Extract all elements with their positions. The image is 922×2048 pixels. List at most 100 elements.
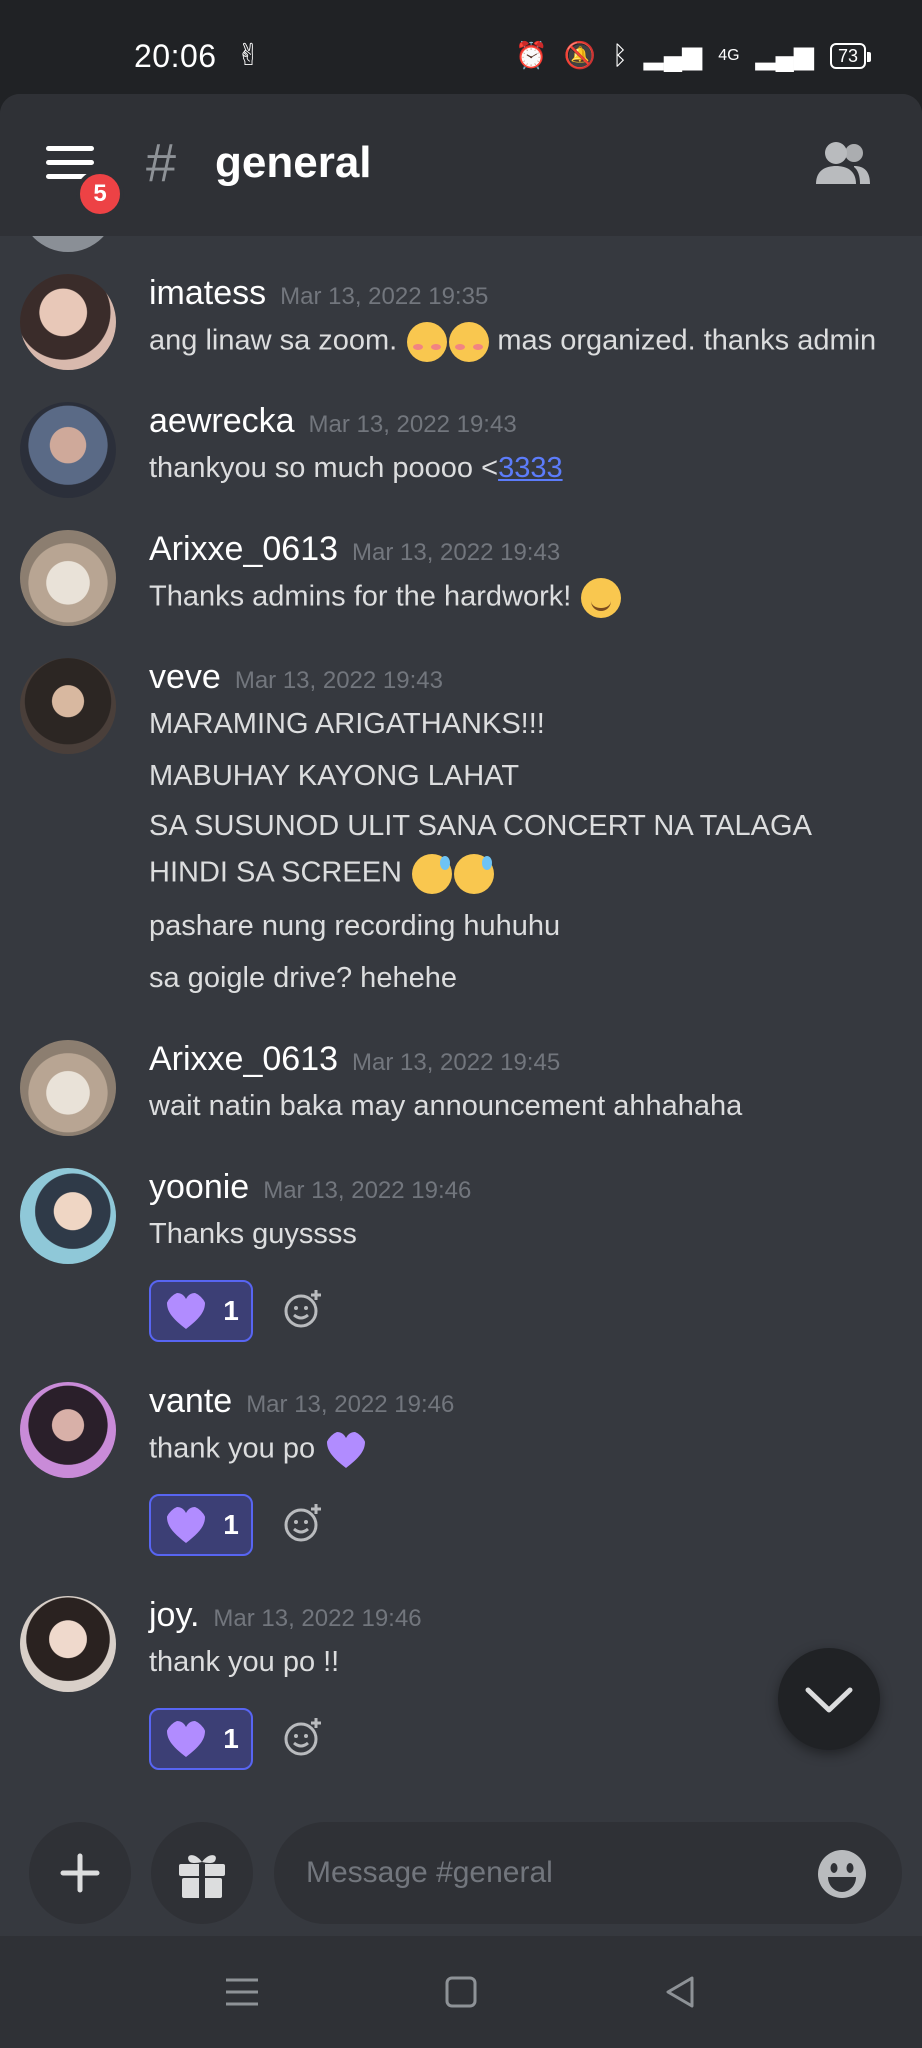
blush-emoji-icon (449, 322, 490, 362)
message-composer: Message #general (0, 1802, 922, 1936)
message-text: ang linaw sa zoom. mas organized. thanks… (149, 322, 876, 362)
menu-line (46, 146, 94, 151)
author-name[interactable]: vante (149, 1382, 232, 1421)
message-link[interactable]: 3333 (498, 452, 563, 484)
plus-icon (60, 1853, 100, 1893)
emoji-picker-icon[interactable] (816, 1848, 868, 1900)
bluetooth-icon: ᛒ (612, 40, 628, 70)
purple-heart-icon (167, 1721, 206, 1757)
reaction-count: 1 (223, 1723, 239, 1754)
recents-icon[interactable] (220, 1970, 264, 2014)
author-name[interactable]: Arixxe_0613 (149, 530, 338, 569)
message-text: Thanks admins for the hardwork! (149, 578, 622, 618)
timestamp: Mar 13, 2022 19:46 (246, 1391, 455, 1418)
message-header: Arixxe_0613 Mar 13, 2022 19:45 (149, 1040, 560, 1079)
text-segment: HINDI SA SCREEN (149, 856, 411, 889)
author-name[interactable]: veve (149, 658, 221, 697)
attach-button[interactable] (29, 1822, 131, 1924)
message-header: joy. Mar 13, 2022 19:46 (149, 1596, 422, 1635)
author-name[interactable]: aewrecka (149, 402, 295, 441)
battery-indicator: 73 (829, 42, 872, 69)
message-text: MABUHAY KAYONG LAHAT (149, 760, 520, 792)
message-text: HINDI SA SCREEN (149, 854, 495, 894)
alarm-icon: ⏰ (515, 40, 548, 70)
message-text: Thanks guyssss (149, 1218, 357, 1250)
purple-heart-icon (327, 1432, 366, 1468)
author-name[interactable]: yoonie (149, 1168, 249, 1207)
message-header: aewrecka Mar 13, 2022 19:43 (149, 402, 517, 441)
author-name[interactable]: imatess (149, 274, 266, 313)
scroll-to-bottom-button[interactable] (778, 1648, 880, 1750)
avatar[interactable] (20, 236, 116, 252)
back-icon[interactable] (658, 1970, 702, 2014)
avatar[interactable] (20, 1040, 116, 1136)
reaction-purple-heart[interactable]: 1 (149, 1494, 253, 1556)
status-time: 20:06 (134, 38, 217, 74)
timestamp: Mar 13, 2022 19:43 (308, 411, 517, 438)
sweat-smile-emoji-icon (454, 854, 495, 894)
message-text: thank you po (149, 1430, 367, 1470)
text-segment: ang linaw sa zoom. (149, 324, 406, 357)
message-text: thankyou so much poooo <3333 (149, 450, 563, 486)
smile-emoji-icon (581, 578, 622, 618)
blush-emoji-icon (407, 322, 448, 362)
gift-icon (179, 1855, 225, 1898)
text-segment: mas organized. thanks admin (489, 324, 877, 357)
avatar[interactable] (20, 1168, 116, 1264)
message-header: Arixxe_0613 Mar 13, 2022 19:43 (149, 530, 560, 569)
author-name[interactable]: Arixxe_0613 (149, 1040, 338, 1079)
avatar[interactable] (20, 274, 116, 370)
message-header: veve Mar 13, 2022 19:43 (149, 658, 443, 697)
avatar[interactable] (20, 658, 116, 754)
status-bar: 20:06 ✌ ⏰ 🔕 ᛒ ▂▄▆ 4G ▂▄▆ 73 (0, 0, 922, 94)
message-text: SA SUSUNOD ULIT SANA CONCERT NA TALAGA (149, 810, 812, 842)
members-icon[interactable] (814, 140, 872, 186)
timestamp: Mar 13, 2022 19:46 (263, 1177, 472, 1204)
message-list[interactable]: imatess Mar 13, 2022 19:35 ang linaw sa … (0, 236, 922, 1802)
network-type: 4G (718, 46, 740, 64)
message-header: imatess Mar 13, 2022 19:35 (149, 274, 488, 313)
message-header: yoonie Mar 13, 2022 19:46 (149, 1168, 471, 1207)
mute-icon: 🔕 (563, 40, 597, 70)
reaction-purple-heart[interactable]: 1 (149, 1280, 253, 1342)
reaction-count: 1 (223, 1509, 239, 1540)
timestamp: Mar 13, 2022 19:45 (352, 1049, 561, 1076)
purple-heart-icon (167, 1293, 206, 1329)
reaction-count: 1 (223, 1295, 239, 1326)
purple-heart-icon (167, 1507, 206, 1543)
text-segment: thank you po (149, 1432, 324, 1465)
author-name[interactable]: joy. (149, 1596, 199, 1635)
app-window: 5 # general imatess Mar 13, 2022 19:35 a… (0, 94, 922, 1936)
message-text: pashare nung recording huhuhu (149, 910, 561, 942)
text-segment: Thanks admins for the hardwork! (149, 580, 580, 613)
channel-name: general (215, 138, 372, 187)
add-reaction-icon[interactable] (282, 1288, 324, 1330)
chevron-down-icon (805, 1687, 853, 1713)
avatar[interactable] (20, 1382, 116, 1478)
avatar[interactable] (20, 402, 116, 498)
avatar[interactable] (20, 530, 116, 626)
status-icons: ⏰ 🔕 ᛒ ▂▄▆ 4G ▂▄▆ 73 (515, 40, 872, 71)
add-reaction-icon[interactable] (282, 1716, 324, 1758)
signal-4g-icon: ▂▄▆ (755, 40, 814, 70)
home-icon[interactable] (439, 1970, 483, 2014)
reaction-purple-heart[interactable]: 1 (149, 1708, 253, 1770)
system-nav-bar (0, 1936, 922, 2048)
text-segment: thankyou so much poooo < (149, 452, 499, 484)
message-input[interactable]: Message #general (274, 1822, 902, 1924)
gift-button[interactable] (151, 1822, 253, 1924)
message-text: thank you po !! (149, 1646, 340, 1678)
add-reaction-icon[interactable] (282, 1502, 324, 1544)
sweat-smile-emoji-icon (412, 854, 453, 894)
timestamp: Mar 13, 2022 19:35 (280, 283, 489, 310)
message-text: MARAMING ARIGATHANKS!!! (149, 708, 545, 740)
channel-hash-icon: # (146, 133, 177, 193)
timestamp: Mar 13, 2022 19:46 (213, 1605, 422, 1632)
timestamp: Mar 13, 2022 19:43 (352, 539, 561, 566)
message-header: vante Mar 13, 2022 19:46 (149, 1382, 454, 1421)
avatar[interactable] (20, 1596, 116, 1692)
timestamp: Mar 13, 2022 19:43 (234, 667, 443, 694)
hand-gesture-icon: ✌ (236, 39, 262, 72)
notification-badge: 5 (76, 170, 124, 218)
signal-icon: ▂▄▆ (643, 40, 703, 70)
